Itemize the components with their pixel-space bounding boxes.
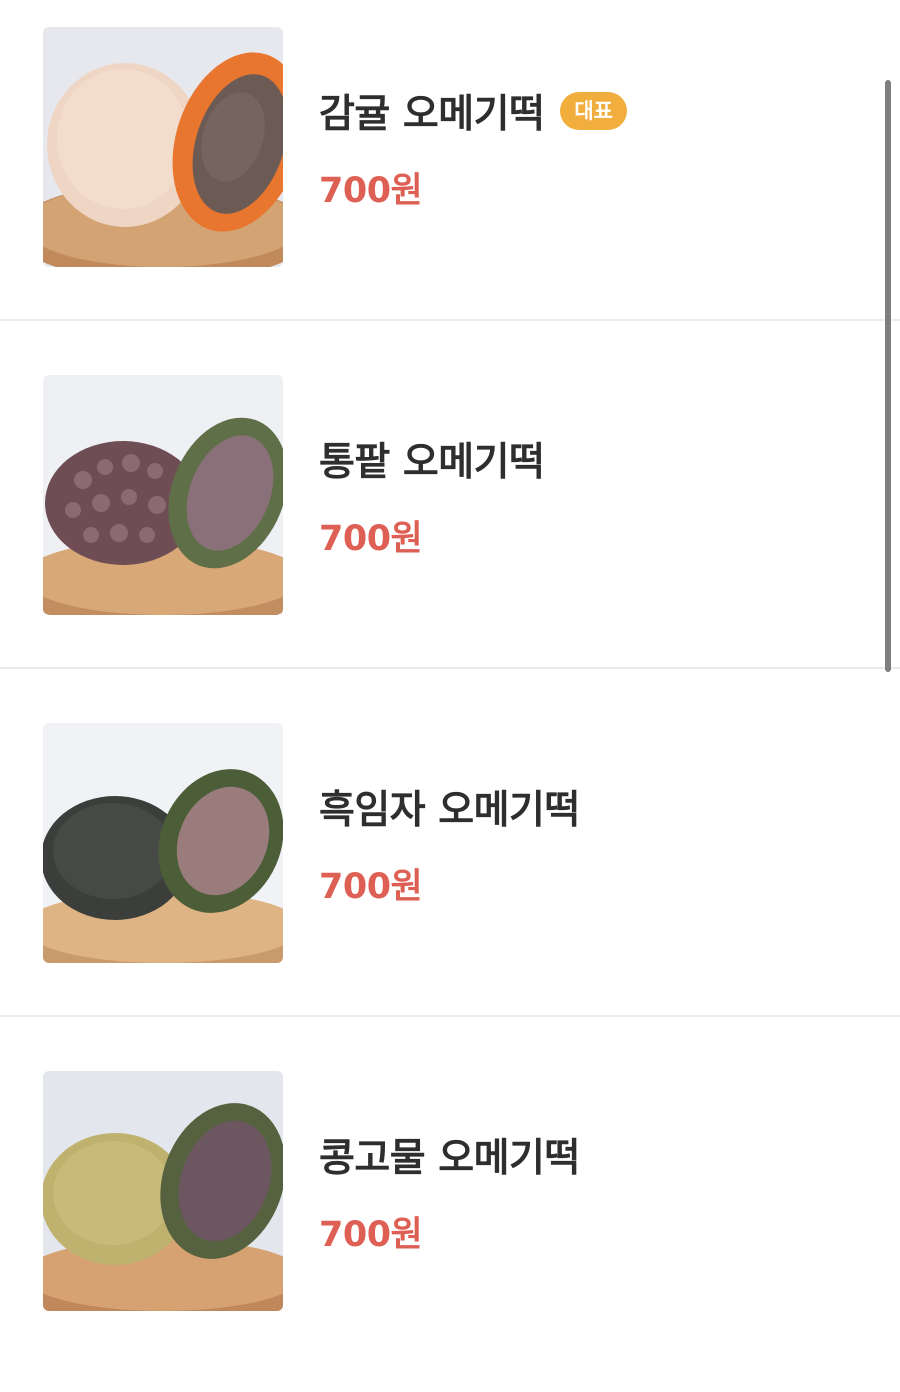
menu-item-name: 감귤 오메기떡 bbox=[319, 92, 545, 137]
black-sesame-omegi-photo bbox=[43, 723, 283, 963]
menu-item-price: 700원 bbox=[319, 867, 423, 907]
vertical-scrollbar[interactable] bbox=[885, 80, 891, 672]
menu-item-name: 흑임자 오메기떡 bbox=[319, 788, 580, 833]
red-bean-omegi-photo bbox=[43, 375, 283, 615]
tangerine-omegi-photo bbox=[43, 27, 283, 267]
signature-badge: 대표 bbox=[560, 92, 627, 130]
menu-item-name: 통팥 오메기떡 bbox=[319, 440, 545, 485]
menu-item-title-row: 흑임자 오메기떡 bbox=[319, 782, 580, 833]
menu-item-soybean-powder[interactable]: 콩고물 오메기떡 700원 bbox=[0, 1044, 900, 1392]
menu-item-price: 700원 bbox=[319, 171, 423, 211]
soybean-powder-omegi-photo bbox=[43, 1071, 283, 1311]
menu-item-tangerine[interactable]: 감귤 오메기떡 대표 700원 bbox=[0, 0, 900, 348]
menu-item-price: 700원 bbox=[319, 1215, 423, 1255]
divider bbox=[0, 319, 900, 321]
divider bbox=[0, 1015, 900, 1017]
menu-item-black-sesame[interactable]: 흑임자 오메기떡 700원 bbox=[0, 696, 900, 1044]
menu-item-title-row: 감귤 오메기떡 대표 bbox=[319, 86, 627, 137]
divider bbox=[0, 667, 900, 669]
menu-item-title-row: 콩고물 오메기떡 bbox=[319, 1130, 580, 1181]
menu-list: 감귤 오메기떡 대표 700원 통팥 오메기떡 700원 흑임자 오메기떡 70… bbox=[0, 0, 900, 1334]
menu-item-price: 700원 bbox=[319, 519, 423, 559]
menu-item-name: 콩고물 오메기떡 bbox=[319, 1136, 580, 1181]
menu-item-title-row: 통팥 오메기떡 bbox=[319, 434, 545, 485]
menu-item-red-bean[interactable]: 통팥 오메기떡 700원 bbox=[0, 348, 900, 696]
